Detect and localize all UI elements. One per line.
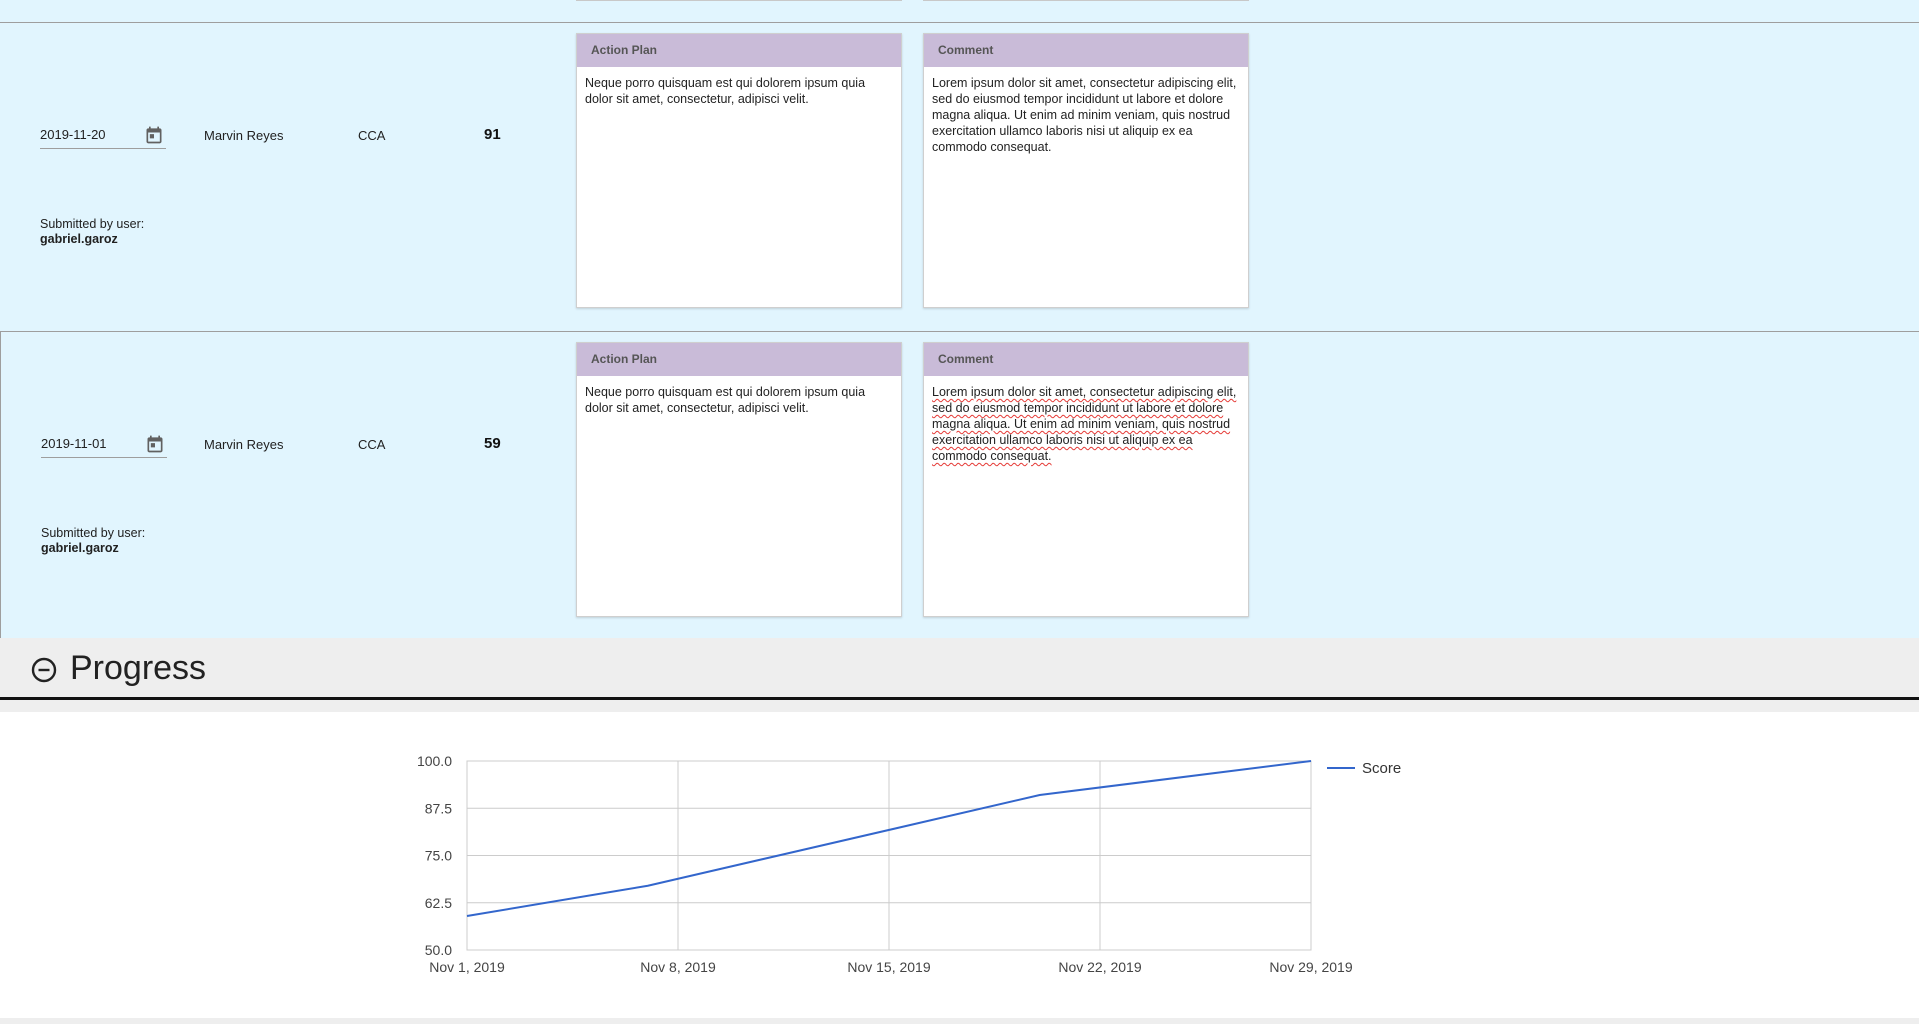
entry-row: 2019-11-20 Marvin Reyes CCA 91 Submitted…	[0, 23, 1919, 331]
x-tick-label: Nov 15, 2019	[847, 959, 930, 975]
progress-section-header[interactable]: Progress	[0, 638, 1919, 700]
score-value: 59	[484, 435, 501, 452]
employee-name: Marvin Reyes	[204, 437, 284, 452]
date-field[interactable]: 2019-11-20	[40, 122, 166, 149]
progress-chart: 50.0 62.5 75.0 87.5 100.0 Nov 1, 2019 Nov 8, 2…	[0, 712, 1919, 1018]
page: 2019-11-20 Marvin Reyes CCA 91 Submitted…	[0, 0, 1919, 1024]
submitted-by: Submitted by user: gabriel.garoz	[41, 526, 145, 556]
x-tick-label: Nov 22, 2019	[1058, 959, 1141, 975]
evaluation-type: CCA	[358, 437, 386, 452]
x-tick-label: Nov 8, 2019	[640, 959, 716, 975]
action-plan-card[interactable]: Action Plan Neque porro quisquam est qui…	[576, 33, 902, 308]
y-tick-label: 62.5	[425, 895, 452, 911]
bottom-divider	[0, 1018, 1919, 1024]
calendar-icon[interactable]	[144, 125, 164, 145]
comment-card[interactable]: Comment Lorem ipsum dolor sit amet, cons…	[923, 33, 1249, 308]
entry-row: 2019-11-01 Marvin Reyes CCA 59 Submitted…	[0, 331, 1919, 639]
score-value: 91	[484, 126, 501, 143]
y-tick-label: 50.0	[425, 942, 452, 958]
comment-header: Comment	[924, 34, 1248, 67]
action-plan-text[interactable]: Neque porro quisquam est qui dolorem ips…	[577, 376, 901, 416]
action-plan-card[interactable]: Action Plan Neque porro quisquam est qui…	[576, 342, 902, 617]
action-plan-header: Action Plan	[577, 34, 901, 67]
comment-text[interactable]: Lorem ipsum dolor sit amet, consectetur …	[924, 67, 1248, 155]
card-edge	[576, 0, 902, 1]
submitted-user: gabriel.garoz	[40, 232, 118, 246]
y-tick-label: 87.5	[425, 800, 452, 816]
x-tick-label: Nov 29, 2019	[1269, 959, 1352, 975]
score-line-chart: 50.0 62.5 75.0 87.5 100.0 Nov 1, 2019 Nov 8, 2…	[417, 753, 1401, 975]
section-divider	[0, 700, 1919, 712]
legend-label: Score	[1362, 760, 1401, 777]
date-value: 2019-11-20	[40, 127, 106, 142]
submitted-label: Submitted by user:	[41, 526, 146, 540]
employee-name: Marvin Reyes	[204, 128, 284, 143]
evaluation-type: CCA	[358, 128, 386, 143]
date-value: 2019-11-01	[41, 436, 107, 451]
x-tick-label: Nov 1, 2019	[429, 959, 505, 975]
calendar-icon[interactable]	[145, 434, 165, 454]
y-tick-label: 75.0	[425, 848, 452, 864]
y-tick-label: 100.0	[417, 753, 452, 769]
comment-text[interactable]: Lorem ipsum dolor sit amet, consectetur …	[924, 376, 1248, 464]
action-plan-header: Action Plan	[577, 343, 901, 376]
submitted-label: Submitted by user:	[40, 217, 145, 231]
progress-title: Progress	[70, 649, 207, 687]
submitted-user: gabriel.garoz	[41, 541, 119, 555]
minus-circle-icon[interactable]	[31, 657, 57, 683]
action-plan-text[interactable]: Neque porro quisquam est qui dolorem ips…	[577, 67, 901, 107]
comment-header: Comment	[924, 343, 1248, 376]
comment-card[interactable]: Comment Lorem ipsum dolor sit amet, cons…	[923, 342, 1249, 617]
card-edge	[923, 0, 1249, 1]
submitted-by: Submitted by user: gabriel.garoz	[40, 217, 144, 247]
previous-entry-remnant	[0, 0, 1919, 23]
date-field[interactable]: 2019-11-01	[41, 431, 167, 458]
